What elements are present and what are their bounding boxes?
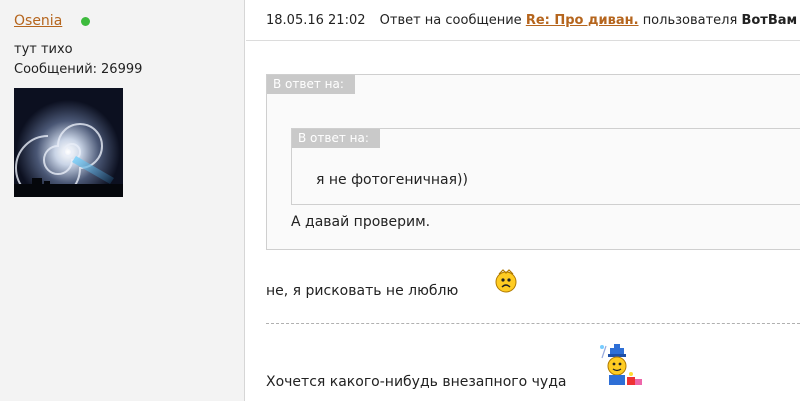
outer-quote-box: В ответ на: В ответ на: я не фотогенична… bbox=[266, 74, 800, 250]
inner-quote-label: В ответ на: bbox=[292, 129, 380, 148]
user-sidebar: Osenia тут тихо Сообщений: 26999 bbox=[0, 0, 245, 401]
reply-prefix: Ответ на сообщение bbox=[379, 13, 522, 28]
username-link[interactable]: Osenia bbox=[14, 13, 62, 29]
signature-separator bbox=[266, 323, 800, 324]
inner-quote-text: я не фотогеничная)) bbox=[316, 172, 468, 188]
reply-text: не, я рисковать не люблю bbox=[266, 283, 459, 299]
post-content: 18.05.16 21:02 Ответ на сообщение Re: Пр… bbox=[246, 0, 800, 401]
post-count-value: 26999 bbox=[101, 62, 143, 77]
worried-smiley-icon bbox=[495, 269, 517, 293]
outer-quote-label: В ответ на: bbox=[267, 75, 355, 94]
avatar[interactable] bbox=[14, 88, 123, 197]
inner-quote-box: В ответ на: я не фотогеничная)) bbox=[291, 128, 800, 205]
post-count: Сообщений: 26999 bbox=[14, 62, 142, 77]
reply-author: ВотВам bbox=[741, 13, 798, 28]
post-datetime: 18.05.16 21:02 bbox=[266, 13, 366, 28]
spiral-galaxy-image bbox=[14, 88, 123, 197]
header-divider bbox=[246, 40, 800, 41]
post-count-label: Сообщений: bbox=[14, 62, 98, 77]
fairy-smiley-icon bbox=[600, 344, 642, 385]
user-status-text: тут тихо bbox=[14, 42, 73, 57]
by-user-prefix: пользователя bbox=[642, 13, 738, 28]
outer-quote-text: А давай проверим. bbox=[291, 214, 431, 230]
post-header: 18.05.16 21:02 Ответ на сообщение Re: Пр… bbox=[266, 13, 797, 28]
online-status-icon bbox=[81, 17, 90, 26]
signature-text: Хочется какого-нибудь внезапного чуда bbox=[266, 374, 567, 390]
topic-link[interactable]: Re: Про диван. bbox=[526, 13, 639, 28]
